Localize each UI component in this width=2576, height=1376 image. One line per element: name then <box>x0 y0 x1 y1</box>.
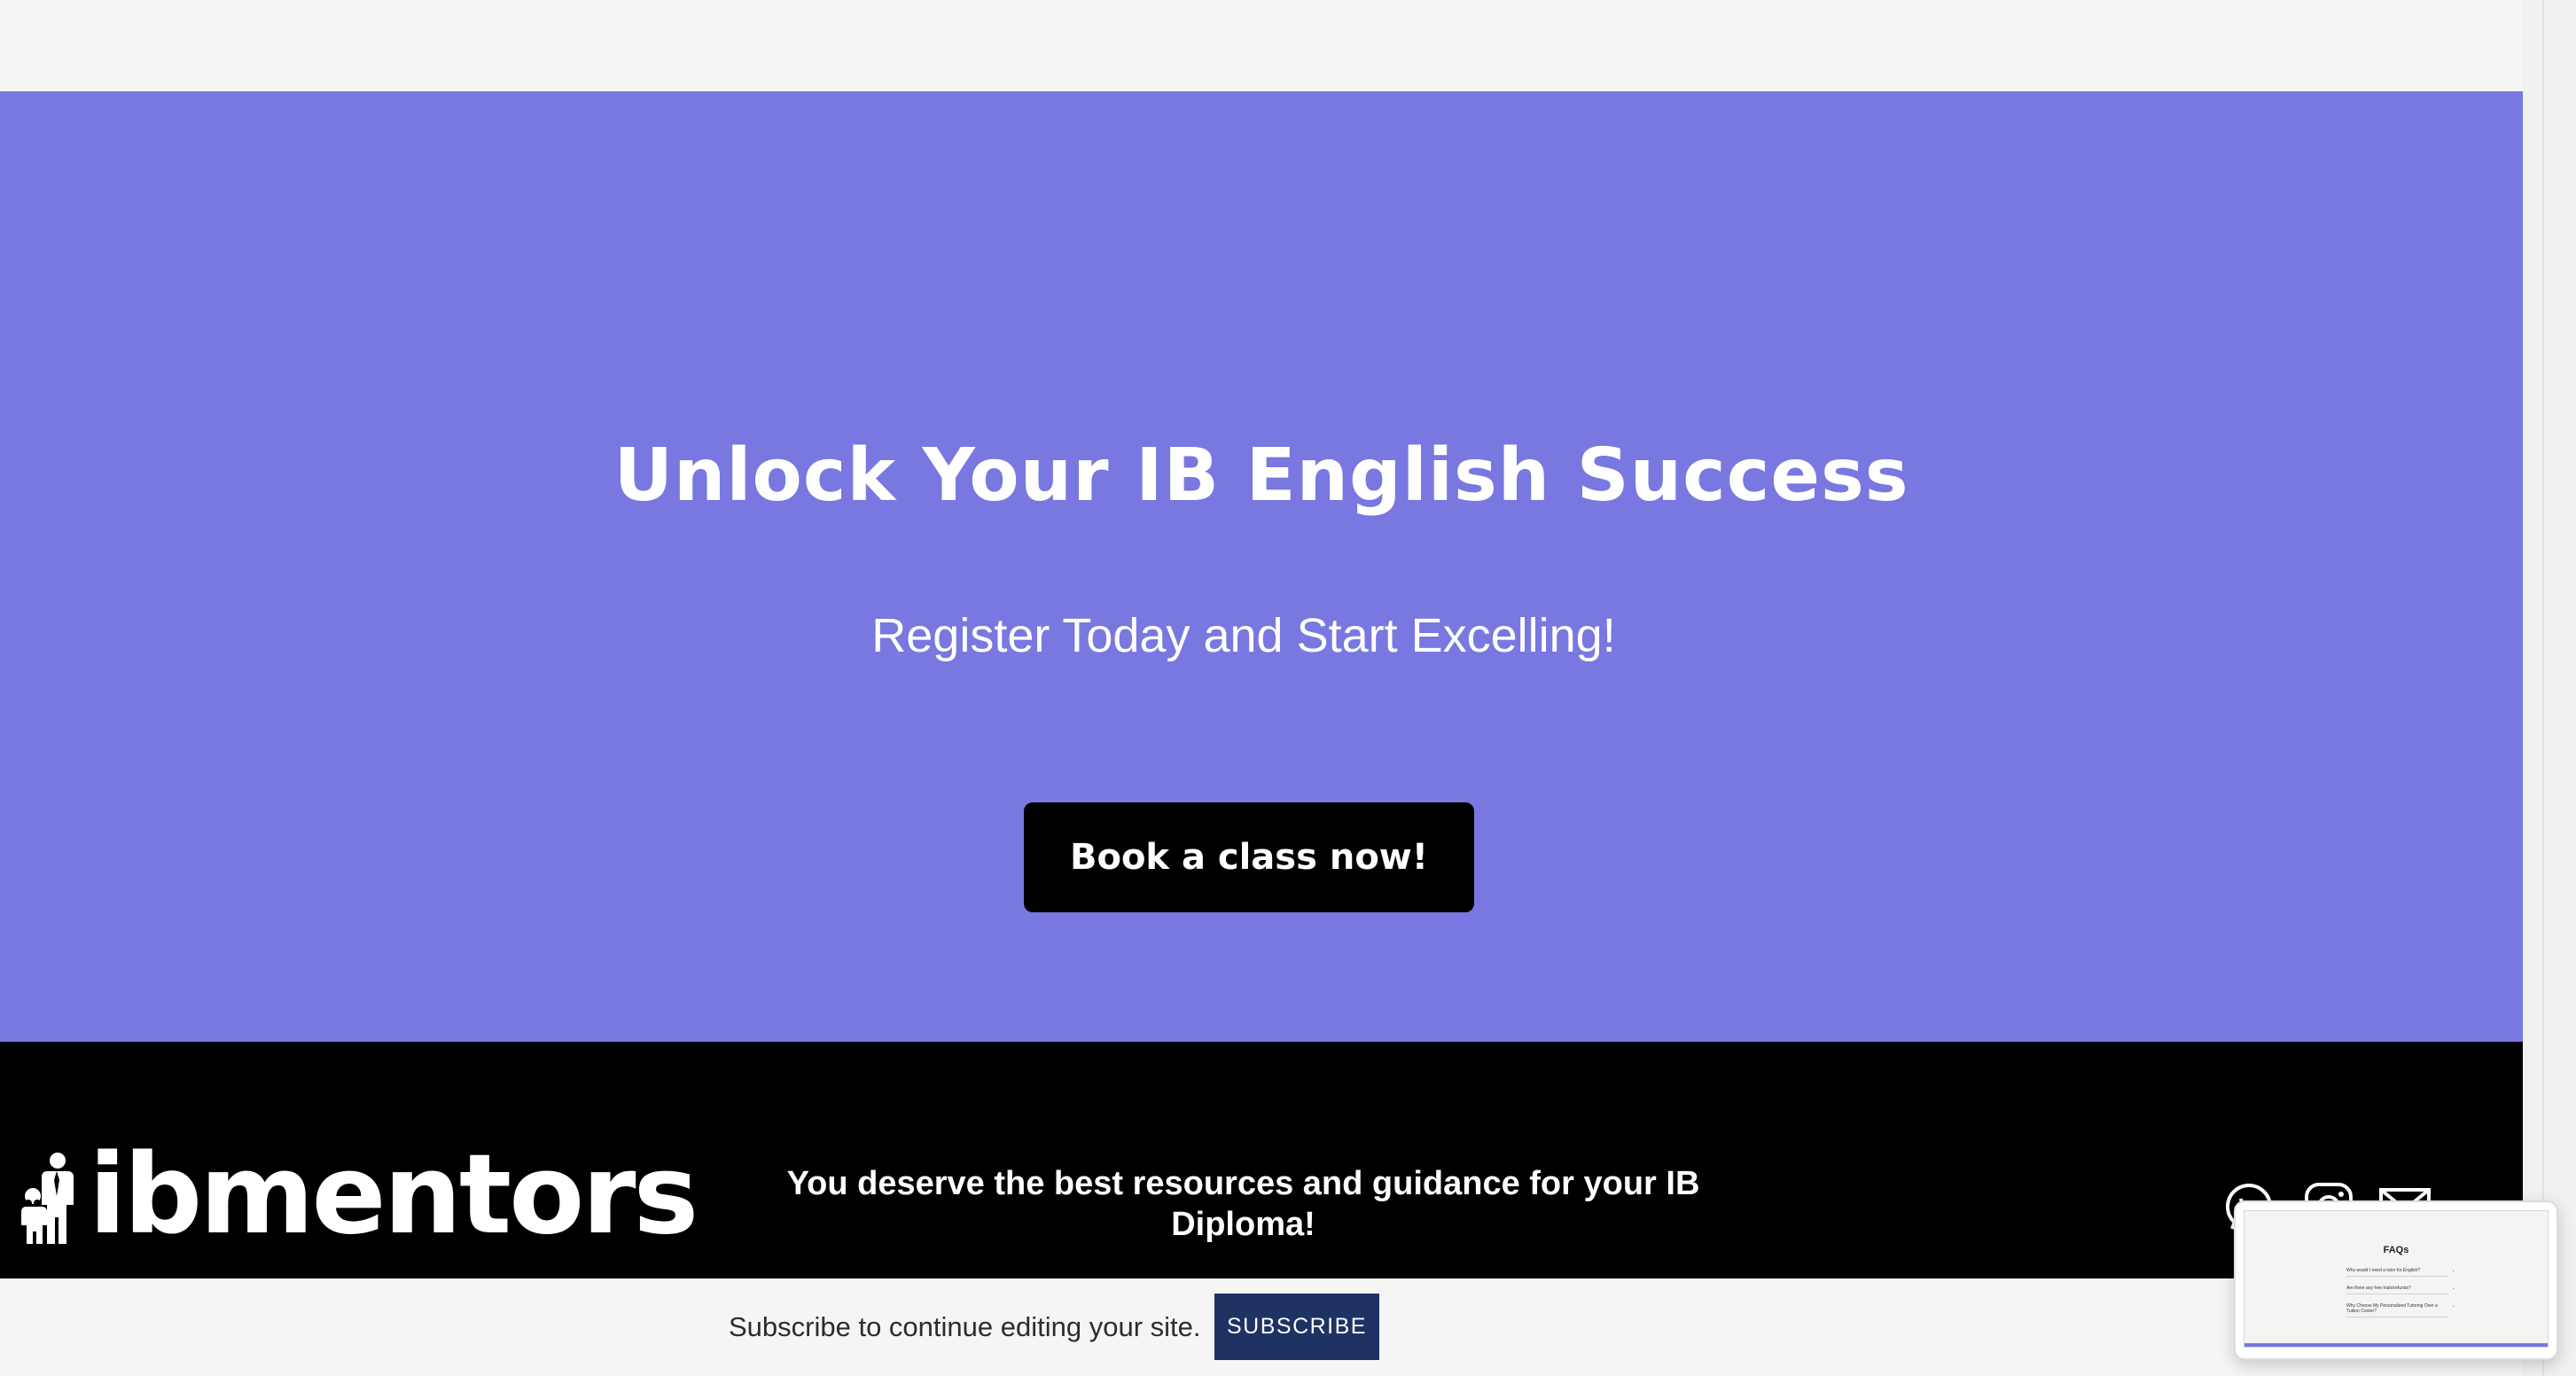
site-footer: ibmentors You deserve the best resources… <box>0 1042 2523 1278</box>
preview-accent-bar <box>2244 1343 2548 1347</box>
hero-subtitle: Register Today and Start Excelling! <box>871 609 1616 662</box>
chevron-down-icon: ⌄ <box>2451 1303 2455 1309</box>
preview-faq-item: Why would I need a tutor for English? ⌄ <box>2346 1268 2455 1277</box>
scrollbar-track[interactable] <box>2542 0 2544 1376</box>
editor-scroll-gutter[interactable] <box>2523 0 2576 1376</box>
book-class-button[interactable]: Book a class now! <box>1024 802 1474 912</box>
subscribe-bar: Subscribe to continue editing your site.… <box>0 1278 2523 1376</box>
page-preview-thumbnail[interactable]: FAQs Why would I need a tutor for Englis… <box>2234 1200 2558 1360</box>
brand-logo[interactable]: ibmentors <box>18 1131 699 1260</box>
mentor-student-icon <box>21 1153 74 1244</box>
footer-tagline: You deserve the best resources and guida… <box>786 1165 1700 1243</box>
top-strip <box>0 0 2523 91</box>
preview-faq-title: FAQs <box>2383 1245 2409 1255</box>
logo-wordmark: ibmentors <box>89 1131 699 1260</box>
subscribe-button[interactable]: SUBSCRIBE <box>1214 1294 1379 1360</box>
hero-section: Unlock Your IB English Success Register … <box>0 91 2523 1042</box>
chevron-down-icon: ⌄ <box>2451 1286 2455 1291</box>
preview-faq-item: Why Choose My Personalized Tutoring Over… <box>2346 1303 2455 1317</box>
chevron-down-icon: ⌄ <box>2451 1268 2455 1273</box>
hero-title: Unlock Your IB English Success <box>613 433 1909 518</box>
preview-faq-item: Are there any free trials/refunds? ⌄ <box>2346 1286 2455 1294</box>
subscribe-message: Subscribe to continue editing your site. <box>729 1311 1201 1342</box>
preview-page: FAQs Why would I need a tutor for Englis… <box>2244 1210 2549 1348</box>
